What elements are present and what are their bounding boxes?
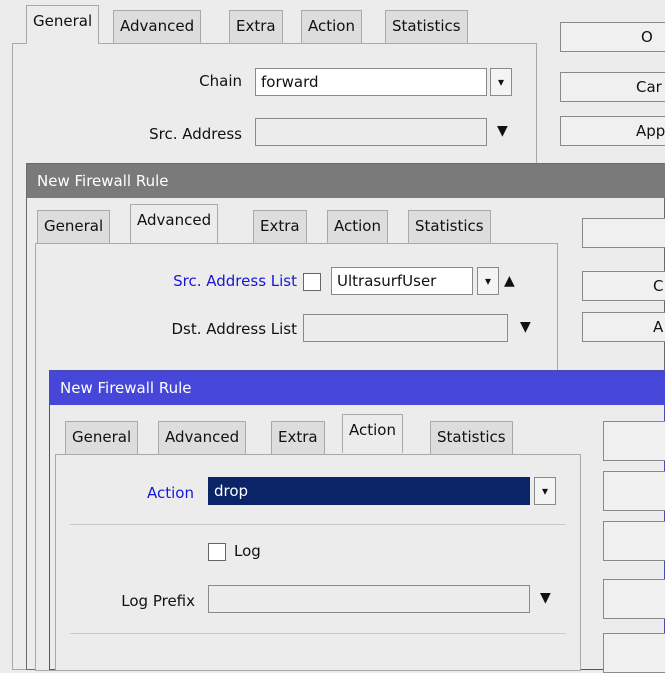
apply-button[interactable]: App (560, 116, 665, 146)
dst-address-list-label: Dst. Address List (171, 320, 297, 338)
action-label: Action (147, 484, 194, 502)
dropdown-arrow-icon: ▾ (484, 274, 492, 288)
src-address-list-label: Src. Address List (173, 272, 297, 290)
src-address-list-negate-checkbox[interactable] (303, 273, 321, 291)
apply-button[interactable]: A (582, 312, 665, 342)
cancel-button[interactable]: Car (560, 72, 665, 102)
tab-general[interactable]: General (65, 421, 139, 454)
src-address-label: Src. Address (149, 125, 242, 143)
dst-address-list-field[interactable] (303, 314, 508, 342)
divider (70, 524, 566, 525)
ok-button[interactable] (582, 218, 665, 248)
dropdown-arrow-icon: ▾ (541, 484, 549, 498)
side-button-3[interactable] (603, 521, 665, 561)
tab-advanced[interactable]: Advanced (113, 10, 202, 43)
dropdown-arrow-icon: ▾ (497, 75, 505, 89)
src-address-expand-icon[interactable]: ▼ (497, 121, 508, 141)
tab-advanced[interactable]: Advanced (158, 421, 247, 454)
tab-statistics[interactable]: Statistics (408, 210, 491, 243)
tab-statistics[interactable]: Statistics (430, 421, 513, 454)
src-address-list-field[interactable]: UltrasurfUser (331, 267, 473, 295)
log-prefix-expand-icon[interactable]: ▼ (540, 588, 551, 608)
window-title-bar[interactable]: New Firewall Rule (27, 164, 665, 198)
side-button-1[interactable] (603, 421, 665, 461)
side-button-4[interactable] (603, 579, 665, 619)
tab-extra[interactable]: Extra (271, 421, 325, 454)
tab-action[interactable]: Action (342, 414, 403, 453)
dst-address-list-expand-icon[interactable]: ▼ (520, 317, 531, 337)
cancel-button[interactable]: C (582, 271, 665, 301)
log-prefix-field[interactable] (208, 585, 530, 613)
chain-label: Chain (199, 72, 242, 90)
src-address-list-dropdown-button[interactable]: ▾ (477, 267, 499, 295)
divider (70, 633, 566, 634)
chain-dropdown-button[interactable]: ▾ (490, 68, 512, 96)
firewall-rule-window-3: New Firewall Rule General Advanced Extra… (49, 370, 665, 673)
src-address-field[interactable] (255, 118, 487, 146)
tab-advanced[interactable]: Advanced (130, 204, 219, 243)
log-label: Log (234, 542, 261, 560)
tab-action[interactable]: Action (301, 10, 362, 43)
action-field[interactable]: drop (208, 477, 530, 505)
side-button-2[interactable] (603, 471, 665, 511)
tab-extra[interactable]: Extra (253, 210, 307, 243)
log-prefix-label: Log Prefix (121, 592, 195, 610)
side-button-5[interactable] (603, 633, 665, 673)
tab-extra[interactable]: Extra (229, 10, 283, 43)
chain-field[interactable]: forward (255, 68, 487, 96)
window-title-bar[interactable]: New Firewall Rule (50, 371, 665, 405)
tab-action[interactable]: Action (327, 210, 388, 243)
tab-general[interactable]: General (37, 210, 111, 243)
log-checkbox[interactable] (208, 543, 226, 561)
tab-statistics[interactable]: Statistics (385, 10, 468, 43)
action-dropdown-button[interactable]: ▾ (534, 477, 556, 505)
ok-button[interactable]: O (560, 22, 665, 52)
tab-general[interactable]: General (26, 5, 100, 44)
src-address-list-collapse-icon[interactable]: ▲ (504, 271, 515, 291)
